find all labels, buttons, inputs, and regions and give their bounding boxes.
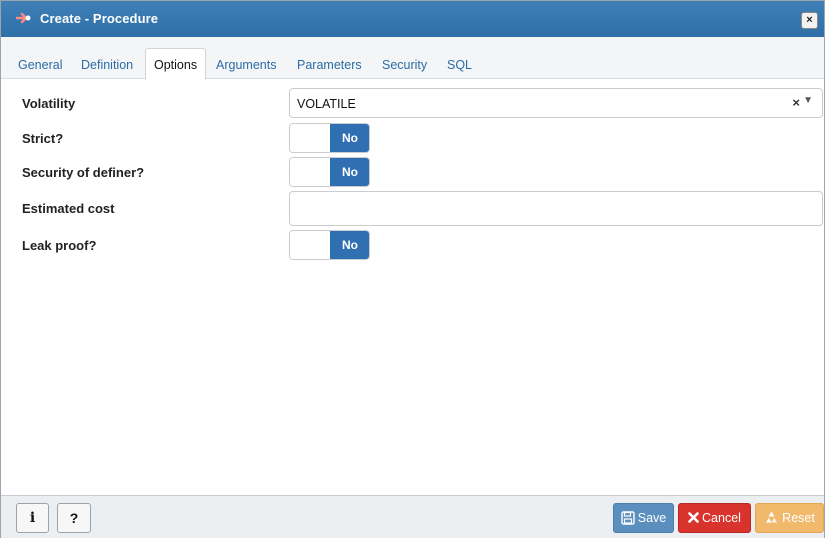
leak-proof-state: No — [330, 231, 369, 259]
toggle-knob — [290, 124, 331, 152]
tab-bar: General Definition Options Arguments Par… — [1, 37, 824, 80]
strict-toggle[interactable]: No — [289, 123, 370, 153]
chevron-down-icon[interactable]: ▼ — [803, 95, 813, 106]
tab-definition[interactable]: Definition — [73, 50, 141, 79]
create-procedure-dialog: Create - Procedure × General Definition … — [0, 0, 825, 538]
leak-proof-label: Leak proof? — [22, 238, 97, 253]
tab-options[interactable]: Options — [145, 48, 207, 80]
security-definer-toggle[interactable]: No — [289, 157, 370, 187]
strict-label: Strict? — [22, 131, 64, 146]
reset-button[interactable]: Reset — [755, 503, 824, 533]
reset-label: Reset — [782, 511, 815, 525]
tab-security[interactable]: Security — [374, 50, 435, 79]
cancel-label: Cancel — [702, 511, 741, 525]
tab-arguments[interactable]: Arguments — [208, 50, 284, 79]
x-icon — [688, 512, 699, 524]
dialog-titlebar[interactable]: Create - Procedure × — [1, 1, 824, 37]
dialog-footer: i ? Save Cancel Reset — [1, 495, 824, 538]
estimated-cost-label: Estimated cost — [22, 201, 115, 216]
strict-state: No — [330, 124, 369, 152]
cancel-button[interactable]: Cancel — [678, 503, 751, 533]
estimated-cost-input[interactable] — [289, 191, 823, 226]
procedure-arrow-icon — [16, 12, 31, 24]
clear-selection-icon[interactable]: × — [792, 95, 800, 110]
help-button[interactable]: ? — [57, 503, 91, 533]
close-button[interactable]: × — [801, 12, 818, 29]
toggle-knob — [290, 231, 331, 259]
toggle-knob — [290, 158, 331, 186]
info-button[interactable]: i — [16, 503, 49, 533]
tab-sql[interactable]: SQL — [439, 50, 480, 79]
security-definer-state: No — [330, 158, 369, 186]
volatility-value: VOLATILE — [297, 97, 356, 111]
security-definer-label: Security of definer? — [22, 165, 145, 180]
volatility-select[interactable]: VOLATILE × ▼ — [289, 88, 823, 118]
volatility-label: Volatility — [22, 96, 76, 111]
tab-parameters[interactable]: Parameters — [289, 50, 370, 79]
save-button[interactable]: Save — [613, 503, 674, 533]
leak-proof-toggle[interactable]: No — [289, 230, 370, 260]
floppy-disk-icon — [621, 511, 635, 525]
recycle-icon — [766, 511, 778, 523]
dialog-title: Create - Procedure — [40, 11, 159, 26]
tab-general[interactable]: General — [10, 50, 70, 79]
save-label: Save — [637, 511, 667, 525]
